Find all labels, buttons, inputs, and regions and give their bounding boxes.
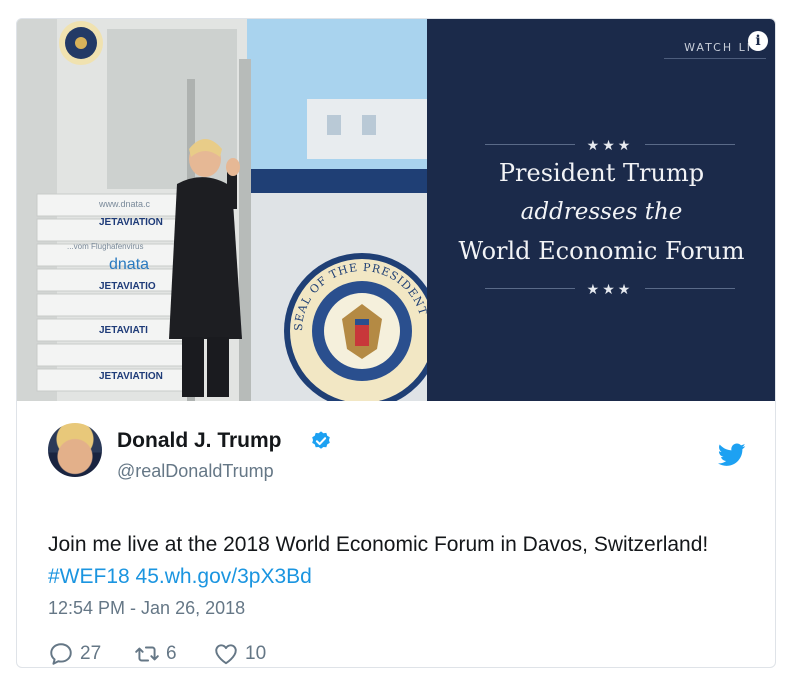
svg-text:...vom Flughafenvirus: ...vom Flughafenvirus (67, 242, 143, 251)
tweet-media[interactable]: www.dnata.c JETAVIATION ...vom Flughafen… (17, 19, 775, 401)
reply-count: 27 (80, 643, 102, 664)
heart-icon (215, 644, 237, 665)
announcement-panel: WATCH LI i ★★★ President Trump addresses… (427, 19, 775, 401)
headline-line-2: addresses the (520, 199, 683, 225)
reply-button[interactable]: 27 (48, 641, 101, 667)
stars-top: ★★★ (586, 137, 634, 153)
stars-divider-bottom: ★★★ (485, 281, 735, 297)
svg-text:JETAVIATI: JETAVIATI (99, 325, 148, 336)
headline-line-1: President Trump (498, 159, 705, 187)
retweet-icon (135, 646, 159, 662)
user-handle[interactable]: @realDonaldTrump (117, 461, 274, 482)
air-force-one-photo: www.dnata.c JETAVIATION ...vom Flughafen… (17, 19, 427, 401)
svg-text:dnata: dnata (109, 256, 149, 273)
tweet-timestamp[interactable]: 12:54 PM - Jan 26, 2018 (48, 598, 245, 619)
tweet-card: www.dnata.c JETAVIATION ...vom Flughafen… (16, 18, 776, 668)
hashtag-link[interactable]: #WEF18 (48, 565, 130, 588)
stars-divider-top: ★★★ (485, 137, 735, 153)
info-icon[interactable]: i (748, 31, 768, 51)
twitter-bird-icon[interactable] (718, 443, 746, 467)
photo-illustration: www.dnata.c JETAVIATION ...vom Flughafen… (17, 19, 427, 401)
retweet-button[interactable]: 6 (134, 641, 177, 667)
verified-badge-icon (312, 431, 330, 449)
svg-text:JETAVIATIO: JETAVIATIO (99, 281, 156, 292)
headline-line-3: World Economic Forum (458, 237, 745, 265)
stars-bottom: ★★★ (586, 281, 634, 297)
tweet-text-plain: Join me live at the 2018 World Economic … (48, 533, 709, 556)
svg-text:JETAVIATION: JETAVIATION (99, 371, 163, 382)
like-button[interactable]: 10 (213, 641, 266, 667)
svg-text:JETAVIATION: JETAVIATION (99, 217, 163, 228)
avatar[interactable] (48, 423, 102, 477)
tweet-body: Donald J. Trump @realDonaldTrump Join me… (17, 401, 775, 667)
tweet-text: Join me live at the 2018 World Economic … (48, 529, 728, 593)
like-count: 10 (245, 643, 267, 664)
svg-text:www.dnata.c: www.dnata.c (98, 199, 151, 209)
retweet-count: 6 (166, 643, 177, 664)
reply-icon (50, 643, 72, 665)
display-name[interactable]: Donald J. Trump (117, 429, 282, 453)
url-link[interactable]: 45.wh.gov/3pX3Bd (136, 565, 312, 588)
